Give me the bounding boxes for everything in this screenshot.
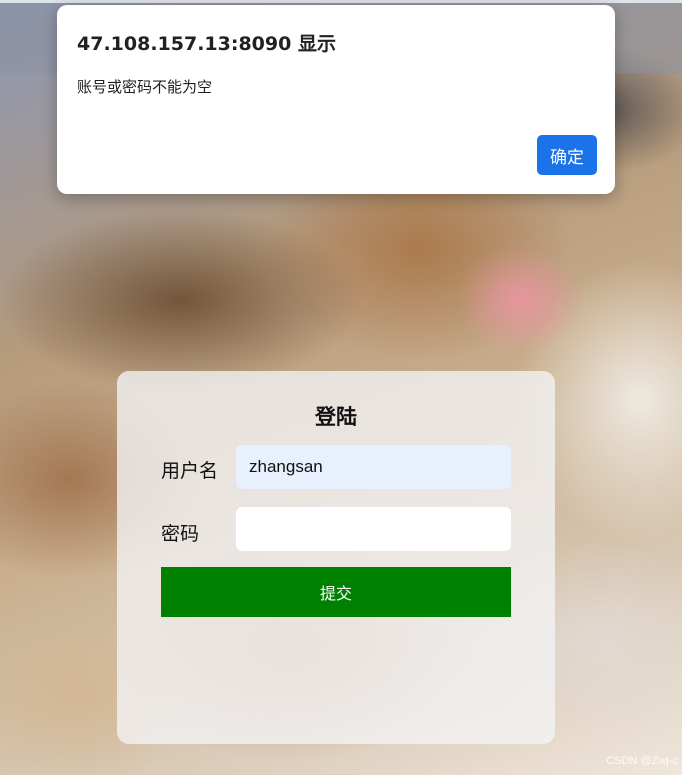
username-input[interactable] — [236, 445, 511, 489]
username-label: 用户名 — [161, 460, 219, 482]
page: 登陆 用户名 密码 提交 47.108.157.13:8090 显示 账号或密码… — [0, 0, 682, 775]
dialog-message: 账号或密码不能为空 — [77, 78, 213, 96]
login-title: 登陆 — [315, 405, 357, 429]
password-label: 密码 — [161, 523, 200, 545]
alert-dialog: 47.108.157.13:8090 显示 账号或密码不能为空 确定 — [57, 5, 615, 194]
password-input[interactable] — [236, 507, 511, 551]
login-card: 登陆 用户名 密码 提交 — [117, 371, 555, 744]
dialog-ok-button[interactable]: 确定 — [537, 135, 597, 175]
dialog-title: 47.108.157.13:8090 显示 — [77, 33, 336, 55]
submit-button[interactable]: 提交 — [161, 567, 511, 617]
watermark: CSDN @Zwj-c — [606, 755, 678, 767]
